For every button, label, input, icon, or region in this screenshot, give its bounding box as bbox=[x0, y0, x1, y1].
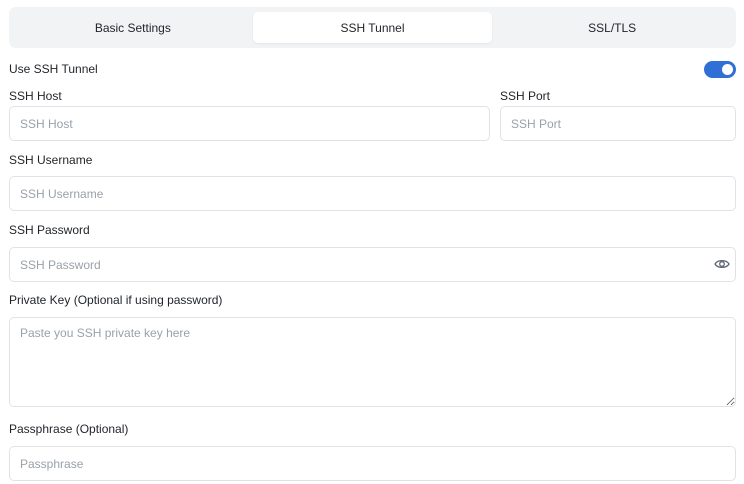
ssh-port-label: SSH Port bbox=[500, 89, 551, 103]
connection-tabs: Basic Settings SSH Tunnel SSL/TLS bbox=[9, 7, 736, 48]
ssh-port-input[interactable] bbox=[500, 106, 736, 141]
tab-ssl-tls[interactable]: SSL/TLS bbox=[492, 12, 732, 43]
tab-ssh-tunnel[interactable]: SSH Tunnel bbox=[252, 12, 493, 43]
ssh-host-label: SSH Host bbox=[9, 89, 62, 103]
ssh-password-input[interactable] bbox=[9, 247, 736, 282]
tab-basic-settings[interactable]: Basic Settings bbox=[13, 12, 253, 43]
ssh-username-input[interactable] bbox=[9, 176, 736, 211]
private-key-label: Private Key (Optional if using password) bbox=[9, 293, 223, 307]
use-ssh-tunnel-label: Use SSH Tunnel bbox=[9, 62, 98, 76]
ssh-password-label: SSH Password bbox=[9, 223, 90, 237]
eye-icon[interactable] bbox=[714, 257, 730, 271]
passphrase-input[interactable] bbox=[9, 446, 736, 481]
use-ssh-tunnel-toggle[interactable] bbox=[704, 60, 736, 78]
passphrase-label: Passphrase (Optional) bbox=[9, 422, 129, 436]
ssh-host-input[interactable] bbox=[9, 106, 490, 141]
use-ssh-tunnel-row: Use SSH Tunnel bbox=[9, 59, 736, 79]
private-key-textarea[interactable] bbox=[9, 317, 736, 407]
ssh-username-label: SSH Username bbox=[9, 153, 93, 167]
toggle-knob bbox=[722, 63, 733, 75]
